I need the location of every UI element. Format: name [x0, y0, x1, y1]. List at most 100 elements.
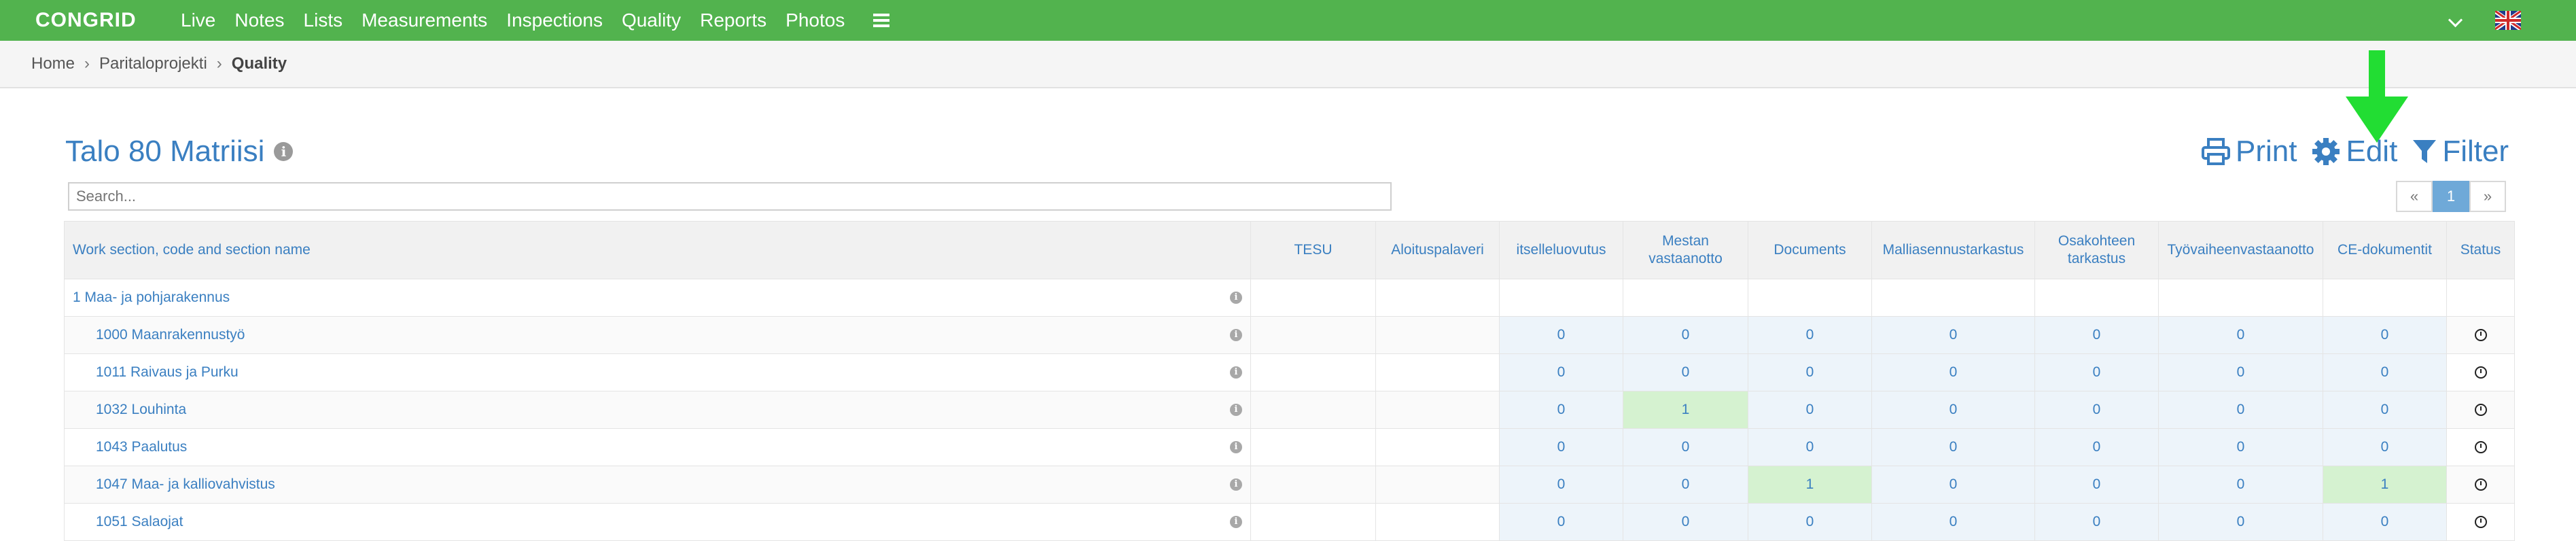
info-icon[interactable]: i — [1230, 478, 1242, 491]
matrix-cell[interactable]: 0 — [2034, 391, 2159, 429]
nav-live[interactable]: Live — [181, 10, 215, 31]
matrix-cell[interactable]: 0 — [1748, 353, 1872, 391]
matrix-cell[interactable]: 0 — [1748, 428, 1872, 466]
info-icon[interactable]: i — [1230, 366, 1242, 379]
status-cell — [2446, 428, 2515, 466]
matrix-cell[interactable]: 0 — [1748, 503, 1872, 541]
matrix-cell[interactable]: 1 — [2323, 466, 2447, 504]
clock-icon[interactable] — [2474, 366, 2487, 379]
page-title: Talo 80 Matriisi i — [65, 135, 294, 169]
clock-icon[interactable] — [2474, 478, 2487, 491]
clock-icon[interactable] — [2474, 516, 2487, 529]
column-header[interactable]: Work section, code and section name — [64, 221, 1251, 279]
section-name-link[interactable]: 1011 Raivaus ja Purku — [96, 354, 239, 391]
matrix-cell[interactable]: 0 — [2323, 353, 2447, 391]
list-menu-icon[interactable] — [873, 14, 890, 27]
matrix-cell[interactable]: 0 — [2034, 466, 2159, 504]
matrix-cell[interactable]: 0 — [1623, 466, 1748, 504]
matrix-cell[interactable]: 0 — [1499, 391, 1623, 429]
nav-notes[interactable]: Notes — [234, 10, 284, 31]
matrix-cell — [1250, 353, 1376, 391]
matrix-cell[interactable]: 0 — [2323, 316, 2447, 354]
uk-flag-icon[interactable] — [2495, 11, 2521, 30]
matrix-cell[interactable]: 0 — [2158, 503, 2323, 541]
section-name-cell: 1 Maa- ja pohjarakennus i — [64, 279, 1251, 317]
breadcrumb-current: Quality — [231, 54, 287, 73]
matrix-cell[interactable]: 0 — [2323, 391, 2447, 429]
matrix-cell[interactable]: 0 — [1499, 503, 1623, 541]
section-name-link[interactable]: 1000 Maanrakennustyö — [96, 317, 245, 353]
column-header: Työvaiheenvastaanotto — [2158, 221, 2323, 279]
matrix-cell[interactable]: 0 — [1623, 503, 1748, 541]
matrix-cell[interactable]: 1 — [1623, 391, 1748, 429]
pagination-page-1[interactable]: 1 — [2433, 181, 2469, 212]
nav-quality[interactable]: Quality — [622, 10, 681, 31]
matrix-cell[interactable]: 0 — [1748, 391, 1872, 429]
clock-icon[interactable] — [2474, 441, 2487, 454]
clock-icon[interactable] — [2474, 329, 2487, 342]
matrix-cell[interactable]: 0 — [1871, 503, 2035, 541]
pagination-prev[interactable]: « — [2396, 181, 2433, 212]
matrix-cell[interactable]: 1 — [1748, 466, 1872, 504]
matrix-cell[interactable]: 0 — [2158, 466, 2323, 504]
matrix-cell[interactable]: 0 — [2323, 503, 2447, 541]
chevron-down-icon[interactable] — [2448, 12, 2463, 28]
section-name-cell: 1051 Salaojat i — [64, 503, 1251, 541]
section-name-link[interactable]: 1 Maa- ja pohjarakennus — [73, 279, 230, 316]
nav-lists[interactable]: Lists — [304, 10, 343, 31]
matrix-cell[interactable]: 0 — [2034, 503, 2159, 541]
print-button[interactable]: Print — [2202, 135, 2297, 169]
nav-inspections[interactable]: Inspections — [506, 10, 603, 31]
matrix-cell[interactable]: 0 — [1623, 353, 1748, 391]
matrix-cell[interactable]: 0 — [2158, 391, 2323, 429]
matrix-cell[interactable]: 0 — [1871, 316, 2035, 354]
matrix-cell[interactable]: 0 — [2158, 316, 2323, 354]
matrix-cell[interactable]: 0 — [1499, 466, 1623, 504]
matrix-cell[interactable]: 0 — [1623, 428, 1748, 466]
quality-matrix-table: Work section, code and section name TESU A… — [64, 221, 2515, 541]
column-header: Osakohteen tarkastus — [2034, 221, 2159, 279]
matrix-cell — [1499, 279, 1623, 317]
matrix-cell[interactable]: 0 — [1499, 428, 1623, 466]
table-row: 1051 Salaojat i 0 0 0 0 0 0 0 — [64, 503, 2515, 541]
matrix-cell[interactable]: 0 — [2034, 353, 2159, 391]
matrix-cell[interactable]: 0 — [2034, 428, 2159, 466]
matrix-cell[interactable]: 0 — [2158, 428, 2323, 466]
info-icon[interactable]: i — [1230, 441, 1242, 453]
section-name-link[interactable]: 1047 Maa- ja kalliovahvistus — [96, 466, 275, 503]
section-name-link[interactable]: 1032 Louhinta — [96, 391, 186, 428]
info-icon[interactable]: i — [274, 142, 294, 161]
matrix-cell[interactable]: 0 — [1499, 316, 1623, 354]
pagination-next[interactable]: » — [2469, 181, 2506, 212]
matrix-cell[interactable]: 0 — [1871, 466, 2035, 504]
info-icon[interactable]: i — [1230, 404, 1242, 416]
matrix-cell[interactable]: 0 — [1499, 353, 1623, 391]
matrix-cell[interactable]: 0 — [2034, 316, 2159, 354]
matrix-cell — [2034, 279, 2159, 317]
matrix-cell[interactable]: 0 — [1871, 428, 2035, 466]
info-icon[interactable]: i — [1230, 516, 1242, 528]
section-name-link[interactable]: 1043 Paalutus — [96, 429, 187, 466]
nav-measurements[interactable]: Measurements — [361, 10, 487, 31]
search-input[interactable] — [68, 182, 1392, 211]
column-header: itselleluovutus — [1499, 221, 1623, 279]
matrix-cell — [1871, 279, 2035, 317]
info-icon[interactable]: i — [1230, 329, 1242, 341]
matrix-cell[interactable]: 0 — [2158, 353, 2323, 391]
matrix-cell[interactable]: 0 — [1871, 353, 2035, 391]
matrix-cell[interactable]: 0 — [2323, 428, 2447, 466]
breadcrumb-project[interactable]: Paritaloprojekti — [99, 54, 207, 73]
nav-reports[interactable]: Reports — [700, 10, 766, 31]
matrix-cell[interactable]: 0 — [1871, 391, 2035, 429]
breadcrumb-home[interactable]: Home — [31, 54, 75, 73]
edit-button[interactable]: Edit — [2312, 135, 2397, 169]
matrix-cell[interactable]: 0 — [1623, 316, 1748, 354]
congrid-logo[interactable]: CONGRID — [35, 0, 137, 41]
filter-button[interactable]: Filter — [2412, 135, 2509, 169]
column-header: Aloituspalaveri — [1375, 221, 1500, 279]
matrix-cell — [2323, 279, 2447, 317]
clock-icon[interactable] — [2474, 404, 2487, 417]
matrix-cell[interactable]: 0 — [1748, 316, 1872, 354]
info-icon[interactable]: i — [1230, 292, 1242, 304]
nav-photos[interactable]: Photos — [786, 10, 845, 31]
